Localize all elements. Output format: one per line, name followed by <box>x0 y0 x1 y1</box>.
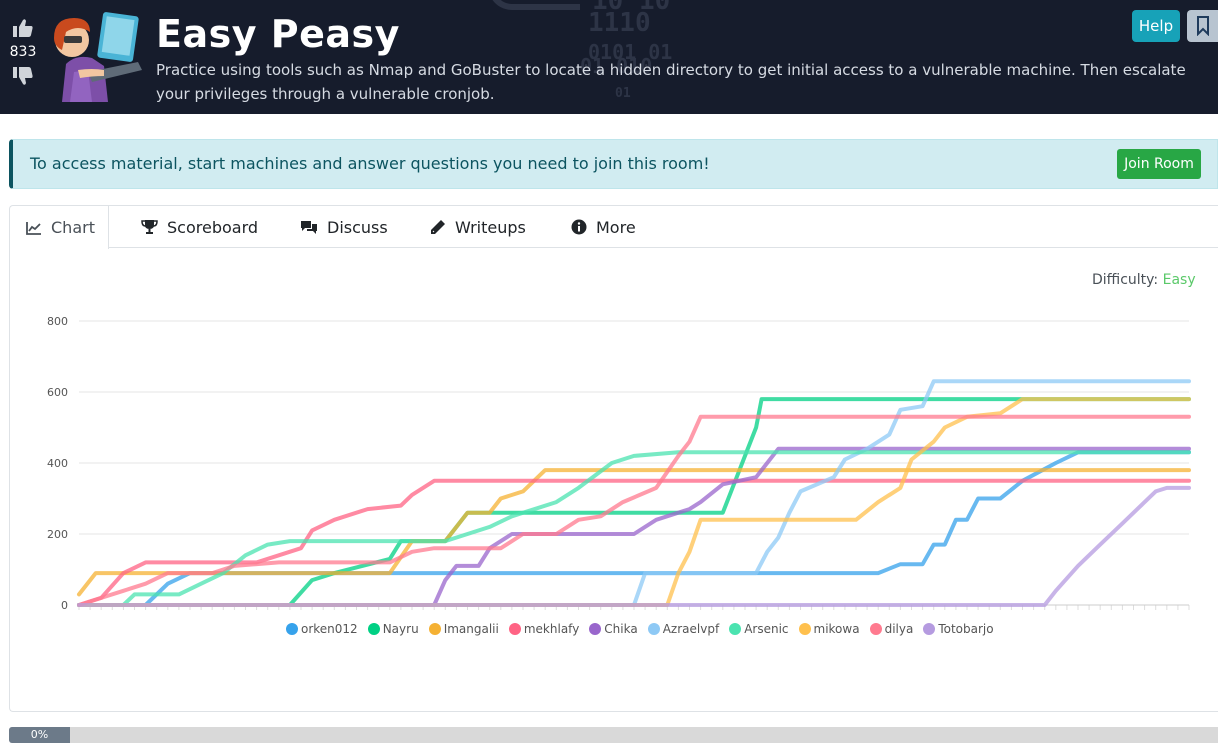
y-tick-label: 0 <box>61 599 68 612</box>
bookmark-button[interactable] <box>1187 10 1218 42</box>
join-alert-text: To access material, start machines and a… <box>30 154 710 173</box>
legend-label: mekhlafy <box>523 622 580 636</box>
vote-widget: 833 <box>8 18 38 86</box>
vote-count: 833 <box>9 44 37 60</box>
legend-label: Nayru <box>382 622 419 636</box>
legend-dot <box>428 623 441 635</box>
series-line-totobarjo <box>77 485 1191 607</box>
legend-item-orken012[interactable]: orken012 <box>286 622 358 636</box>
legend-label: Imangalii <box>443 622 499 636</box>
y-tick-label: 400 <box>47 457 68 470</box>
bookmark-icon <box>1196 16 1209 36</box>
thumbs-down-icon[interactable] <box>12 66 34 86</box>
help-button[interactable]: Help <box>1132 10 1180 42</box>
legend-item-nayru[interactable]: Nayru <box>367 622 419 636</box>
legend-item-totobarjo[interactable]: Totobarjo <box>923 622 994 636</box>
room-header: 10 10 1110 0101 01 01 010 01 833 Easy Pe… <box>0 0 1218 114</box>
series-line-chika <box>77 446 1191 607</box>
y-tick-label: 600 <box>47 386 68 399</box>
binary-text: 1110 <box>588 8 651 38</box>
legend-item-imangalii[interactable]: Imangalii <box>428 622 499 636</box>
legend-item-dilya[interactable]: dilya <box>869 622 914 636</box>
legend-label: Azraelvpf <box>662 622 720 636</box>
room-progress-bar: 0% <box>9 727 1218 743</box>
join-room-alert: To access material, start machines and a… <box>9 139 1218 189</box>
legend-dot <box>286 623 298 635</box>
legend-label: dilya <box>884 622 914 636</box>
chart-legend: orken012 Nayru Imangalii mekhlafy Chika Azrae… <box>286 622 1004 636</box>
legend-dot <box>869 623 882 635</box>
legend-label: orken012 <box>301 622 358 636</box>
legend-dot <box>647 623 660 635</box>
legend-dot <box>798 623 811 635</box>
legend-dot <box>367 623 380 635</box>
room-title: Easy Peasy <box>156 12 400 56</box>
score-chart: 0 200 400 600 800 <box>47 315 1191 612</box>
legend-item-azraelvpf[interactable]: Azraelvpf <box>647 622 720 636</box>
y-tick-label: 800 <box>47 315 68 328</box>
legend-dot <box>729 623 742 635</box>
legend-item-mekhlafy[interactable]: mekhlafy <box>508 622 580 636</box>
y-tick-label: 200 <box>47 528 68 541</box>
legend-item-arsenic[interactable]: Arsenic <box>729 622 789 636</box>
series-line-arsenic <box>77 450 1191 607</box>
room-description: Practice using tools such as Nmap and Go… <box>156 61 1186 103</box>
legend-label: Arsenic <box>744 622 789 636</box>
room-tab-panel: Chart Scoreboard Discuss Writeups More D… <box>9 205 1218 712</box>
legend-item-mikowa[interactable]: mikowa <box>798 622 860 636</box>
legend-dot <box>508 623 521 635</box>
legend-label: mikowa <box>813 622 860 636</box>
progress-label: 0% <box>30 728 49 741</box>
cable-arc-decoration <box>488 0 580 10</box>
thumbs-up-icon[interactable] <box>12 18 34 38</box>
legend-label: Totobarjo <box>938 622 994 636</box>
room-logo-hacker-laptop <box>54 12 142 102</box>
legend-dot <box>923 623 936 635</box>
legend-dot <box>589 623 602 635</box>
legend-label: Chika <box>604 622 638 636</box>
series-line-orken012 <box>77 450 1191 607</box>
join-room-button[interactable]: Join Room <box>1117 149 1201 179</box>
legend-item-chika[interactable]: Chika <box>589 622 638 636</box>
